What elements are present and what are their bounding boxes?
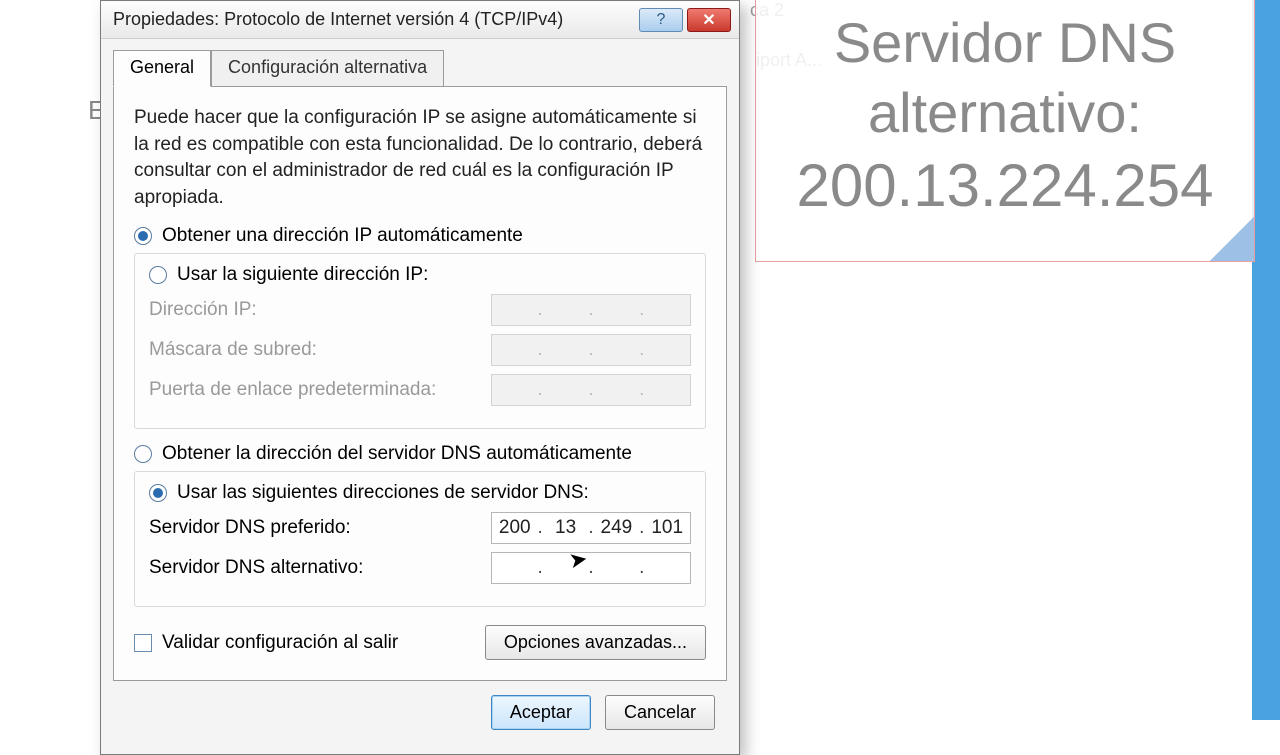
radio-dns-manual[interactable]: Usar las siguientes direcciones de servi…: [149, 482, 691, 504]
radio-dns-auto-label: Obtener la dirección del servidor DNS au…: [162, 443, 632, 465]
radio-icon: [134, 445, 152, 463]
gateway-label: Puerta de enlace predeterminada:: [149, 379, 491, 401]
note-line1: Servidor DNS: [834, 8, 1176, 78]
tab-general-label: General: [130, 57, 194, 77]
note-line2: alternativo:: [868, 78, 1142, 148]
radio-icon: [149, 266, 167, 284]
ipv4-properties-dialog: Propiedades: Protocolo de Internet versi…: [100, 0, 740, 755]
radio-ip-manual-label: Usar la siguiente dirección IP:: [177, 264, 428, 286]
advanced-button[interactable]: Opciones avanzadas...: [485, 625, 706, 660]
radio-dns-auto[interactable]: Obtener la dirección del servidor DNS au…: [134, 443, 706, 465]
dns-pref-oct-a: 200: [494, 517, 536, 539]
dns-alt-input[interactable]: ...: [491, 552, 691, 584]
dns-pref-label: Servidor DNS preferido:: [149, 517, 491, 539]
ip-address-input: ...: [491, 294, 691, 326]
tabstrip: General Configuración alternativa: [113, 50, 727, 87]
tab-alt-label: Configuración alternativa: [228, 57, 427, 77]
subnet-mask-input: ...: [491, 334, 691, 366]
tab-general[interactable]: General: [113, 50, 211, 87]
radio-ip-auto[interactable]: Obtener una dirección IP automáticamente: [134, 225, 706, 247]
ip-address-label: Dirección IP:: [149, 299, 491, 321]
titlebar[interactable]: Propiedades: Protocolo de Internet versi…: [101, 1, 739, 39]
desktop-strip: [1252, 0, 1280, 720]
ok-button-label: Aceptar: [510, 702, 572, 722]
radio-ip-auto-label: Obtener una dirección IP automáticamente: [162, 225, 523, 247]
close-button[interactable]: ✕: [687, 8, 731, 32]
dns-pref-oct-c: 249: [595, 517, 637, 539]
tab-alt-config[interactable]: Configuración alternativa: [211, 50, 444, 87]
radio-icon: [134, 227, 152, 245]
gateway-input: ...: [491, 374, 691, 406]
dns-alt-label: Servidor DNS alternativo:: [149, 557, 491, 579]
general-panel: Puede hacer que la configuración IP se a…: [113, 86, 727, 681]
cancel-button-label: Cancelar: [624, 702, 696, 722]
dns-pref-oct-d: 101: [646, 517, 688, 539]
validate-label: Validar configuración al salir: [162, 632, 485, 654]
validate-checkbox[interactable]: [134, 634, 152, 652]
ok-button[interactable]: Aceptar: [491, 695, 591, 730]
dns-pref-oct-b: 13: [545, 517, 587, 539]
note-ip: 200.13.224.254: [796, 148, 1213, 223]
radio-dns-manual-label: Usar las siguientes direcciones de servi…: [177, 482, 589, 504]
advanced-button-label: Opciones avanzadas...: [504, 632, 687, 652]
help-button[interactable]: ?: [639, 8, 683, 32]
dns-pref-input[interactable]: 200. 13. 249. 101: [491, 512, 691, 544]
close-icon: ✕: [702, 10, 715, 30]
cancel-button[interactable]: Cancelar: [605, 695, 715, 730]
description-text: Puede hacer que la configuración IP se a…: [134, 105, 706, 211]
help-icon: ?: [657, 11, 666, 29]
radio-icon: [149, 484, 167, 502]
overlay-note: Servidor DNS alternativo: 200.13.224.254: [755, 0, 1255, 262]
subnet-mask-label: Máscara de subred:: [149, 339, 491, 361]
ip-manual-group: Usar la siguiente dirección IP: Direcció…: [134, 253, 706, 429]
radio-ip-manual[interactable]: Usar la siguiente dirección IP:: [149, 264, 691, 286]
dns-manual-group: Usar las siguientes direcciones de servi…: [134, 471, 706, 607]
window-title: Propiedades: Protocolo de Internet versi…: [113, 9, 635, 30]
note-fold-icon: [1210, 217, 1254, 261]
